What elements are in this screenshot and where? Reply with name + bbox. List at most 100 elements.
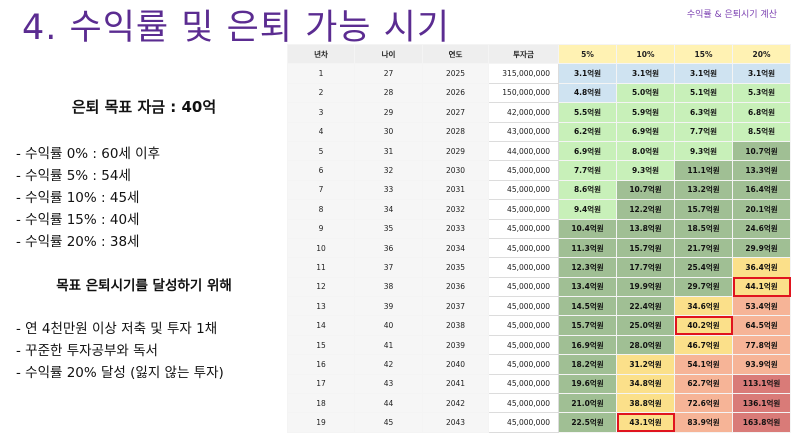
projection-cell: 38.8억원 (616, 393, 675, 414)
investment-cell: 45,000,000 (488, 237, 559, 259)
table-row: 15 41 2039 45,000,000 16.9억원 28.0억원 46.7억원 77.8… (287, 334, 791, 356)
table-cell: 16 (287, 354, 355, 375)
projection-cell: 29.7억원 (674, 276, 733, 298)
table-cell: 12 (287, 276, 355, 298)
table-row: 2 28 2026 150,000,000 4.8억원 5.0억원 5.1억원 5.3억원 (287, 82, 791, 104)
projection-cell: 9.4억원 (558, 199, 617, 220)
projection-cell: 13.2억원 (674, 179, 733, 201)
table-row: 8 34 2032 45,000,000 9.4억원 12.2억원 15.7억원 20.1억원 (287, 199, 791, 220)
table-cell: 41 (354, 334, 423, 356)
table-cell: 43 (354, 373, 423, 395)
projection-cell: 20.1억원 (732, 199, 791, 220)
projection-cell: 43.1억원 (616, 412, 675, 433)
investment-cell: 45,000,000 (488, 334, 559, 356)
table-cell: 45 (354, 412, 423, 433)
investment-cell: 45,000,000 (488, 160, 559, 181)
action-item: - 수익률 20% 달성 (잃지 않는 투자) (16, 365, 224, 381)
table-body: 1 27 2025 315,000,000 3.1억원 3.1억원 3.1억원 3.1억원 2 2… (287, 63, 791, 433)
return-rate-list: - 수익률 0% : 60세 이후 - 수익률 5% : 54세 - 수익률 1… (16, 143, 160, 253)
table-cell: 5 (287, 140, 355, 162)
projection-cell: 9.3억원 (616, 160, 675, 181)
table-cell: 2034 (422, 237, 489, 259)
column-header: 5% (558, 43, 617, 65)
projection-cell: 25.0억원 (616, 315, 675, 336)
table-cell: 2037 (422, 296, 489, 317)
projection-cell: 22.4억원 (616, 296, 675, 317)
table-cell: 2027 (422, 102, 489, 123)
projection-cell: 36.4억원 (732, 257, 791, 278)
table-cell: 44 (354, 393, 423, 414)
table-row: 4 30 2028 43,000,000 6.2억원 6.9억원 7.7억원 8.5억원 (287, 121, 791, 142)
investment-cell: 45,000,000 (488, 393, 559, 414)
projection-cell: 6.3억원 (674, 102, 733, 123)
projection-cell: 34.6억원 (674, 296, 733, 317)
projection-cell: 6.8억원 (732, 102, 791, 123)
projection-cell: 163.8억원 (732, 412, 791, 433)
column-header: 20% (732, 43, 791, 65)
projection-cell: 6.9억원 (558, 140, 617, 162)
column-header: 년차 (287, 43, 355, 65)
table-cell: 2040 (422, 354, 489, 375)
table-cell: 27 (354, 63, 423, 84)
return-rate-item: - 수익률 0% : 60세 이후 (16, 146, 160, 162)
table-cell: 2038 (422, 315, 489, 336)
column-header: 투자금 (488, 43, 559, 65)
projection-table: 년차 나이 연도 투자금 5% 10% 15% 20% 1 27 2025 315,000,000 3… (287, 43, 791, 433)
column-header: 10% (616, 43, 675, 65)
table-cell: 19 (287, 412, 355, 433)
table-row: 1 27 2025 315,000,000 3.1억원 3.1억원 3.1억원 3.1억원 (287, 63, 791, 84)
projection-cell: 5.3억원 (732, 82, 791, 104)
projection-cell: 5.1억원 (674, 82, 733, 104)
projection-cell: 44.1억원 (732, 276, 791, 298)
table-cell: 38 (354, 276, 423, 298)
projection-cell: 12.3억원 (558, 257, 617, 278)
table-cell: 2029 (422, 140, 489, 162)
projection-cell: 25.4억원 (674, 257, 733, 278)
projection-cell: 29.9억원 (732, 237, 791, 259)
projection-cell: 6.9억원 (616, 121, 675, 142)
table-cell: 35 (354, 218, 423, 239)
projection-cell: 22.5억원 (558, 412, 617, 433)
projection-cell: 72.6억원 (674, 393, 733, 414)
investment-cell: 45,000,000 (488, 412, 559, 433)
projection-cell: 18.5억원 (674, 218, 733, 239)
projection-cell: 19.6억원 (558, 373, 617, 395)
projection-cell: 10.4억원 (558, 218, 617, 239)
table-cell: 8 (287, 199, 355, 220)
projection-cell: 13.4억원 (558, 276, 617, 298)
table-cell: 2028 (422, 121, 489, 142)
projection-cell: 13.3억원 (732, 160, 791, 181)
projection-cell: 3.1억원 (558, 63, 617, 84)
investment-cell: 42,000,000 (488, 102, 559, 123)
table-cell: 2035 (422, 257, 489, 278)
projection-cell: 11.3억원 (558, 237, 617, 259)
projection-cell: 18.2억원 (558, 354, 617, 375)
table-row: 11 37 2035 45,000,000 12.3억원 17.7억원 25.4억원 36.4… (287, 257, 791, 278)
table-cell: 33 (354, 179, 423, 201)
table-cell: 2036 (422, 276, 489, 298)
action-list: - 연 4천만원 이상 저축 및 투자 1채 - 꾸준한 투자공부와 독서 - … (16, 318, 224, 384)
projection-cell: 83.9억원 (674, 412, 733, 433)
table-cell: 30 (354, 121, 423, 142)
table-cell: 42 (354, 354, 423, 375)
table-cell: 2043 (422, 412, 489, 433)
investment-cell: 45,000,000 (488, 199, 559, 220)
table-row: 19 45 2043 45,000,000 22.5억원 43.1억원 83.9억원 163.… (287, 412, 791, 433)
column-header: 연도 (422, 43, 489, 65)
projection-cell: 28.0억원 (616, 334, 675, 356)
projection-cell: 64.5억원 (732, 315, 791, 336)
projection-cell: 13.8억원 (616, 218, 675, 239)
investment-cell: 43,000,000 (488, 121, 559, 142)
projection-cell: 93.9억원 (732, 354, 791, 375)
table-cell: 10 (287, 237, 355, 259)
table-cell: 2031 (422, 179, 489, 201)
table-row: 10 36 2034 45,000,000 11.3억원 15.7억원 21.7억원 29.9… (287, 237, 791, 259)
table-cell: 14 (287, 315, 355, 336)
projection-cell: 3.1억원 (616, 63, 675, 84)
table-row: 5 31 2029 44,000,000 6.9억원 8.0억원 9.3억원 10.7억원 (287, 140, 791, 162)
table-cell: 9 (287, 218, 355, 239)
table-cell: 40 (354, 315, 423, 336)
table-row: 3 29 2027 42,000,000 5.5억원 5.9억원 6.3억원 6.8억원 (287, 102, 791, 123)
table-cell: 34 (354, 199, 423, 220)
projection-cell: 4.8억원 (558, 82, 617, 104)
